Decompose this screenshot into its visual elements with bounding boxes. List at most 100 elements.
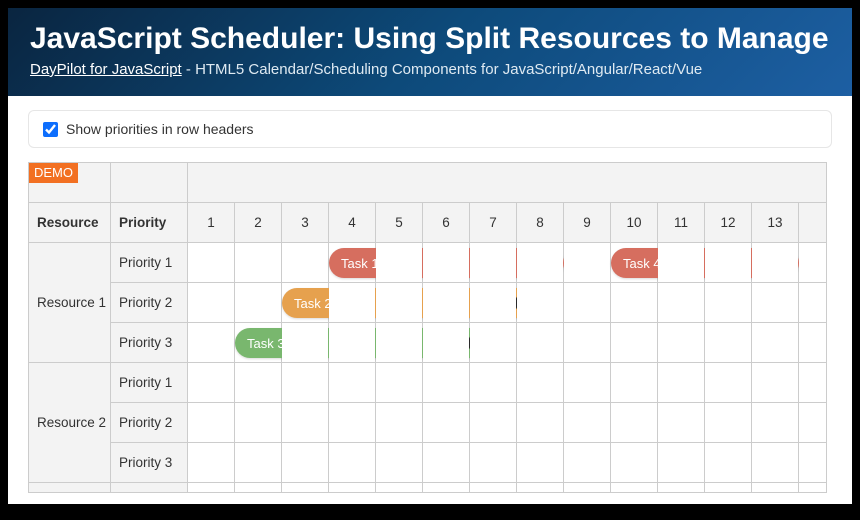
grid-cell[interactable]: [470, 443, 517, 483]
grid-cell[interactable]: [282, 323, 329, 363]
grid-cell[interactable]: [799, 483, 827, 493]
grid-cell[interactable]: [188, 483, 235, 493]
grid-cell[interactable]: [658, 403, 705, 443]
grid-cell[interactable]: [658, 443, 705, 483]
grid-cell[interactable]: [423, 243, 470, 283]
grid-cell[interactable]: Task 22: [282, 283, 329, 323]
grid-cell[interactable]: [752, 483, 799, 493]
grid-cell[interactable]: [658, 363, 705, 403]
grid-cell[interactable]: [470, 363, 517, 403]
grid-cell[interactable]: [188, 283, 235, 323]
grid-cell[interactable]: [376, 283, 423, 323]
grid-cell[interactable]: [282, 363, 329, 403]
grid-cell[interactable]: [611, 283, 658, 323]
grid-cell[interactable]: [752, 443, 799, 483]
grid-cell[interactable]: [752, 283, 799, 323]
show-priorities-label[interactable]: Show priorities in row headers: [66, 121, 254, 137]
grid-cell[interactable]: [799, 323, 827, 363]
grid-cell[interactable]: [282, 243, 329, 283]
grid-cell[interactable]: [564, 283, 611, 323]
grid-cell[interactable]: [329, 443, 376, 483]
grid-cell[interactable]: [329, 363, 376, 403]
grid-cell[interactable]: [705, 323, 752, 363]
grid-cell[interactable]: [564, 403, 611, 443]
grid-cell[interactable]: [376, 243, 423, 283]
grid-cell[interactable]: [282, 443, 329, 483]
grid-cell[interactable]: [611, 443, 658, 483]
grid-cell[interactable]: [423, 363, 470, 403]
grid-cell[interactable]: [235, 243, 282, 283]
grid-cell[interactable]: [329, 403, 376, 443]
grid-cell[interactable]: [282, 483, 329, 493]
grid-cell[interactable]: [376, 483, 423, 493]
grid-cell[interactable]: [517, 403, 564, 443]
grid-cell[interactable]: [188, 243, 235, 283]
grid-cell[interactable]: [376, 443, 423, 483]
grid-cell[interactable]: [752, 323, 799, 363]
grid-cell[interactable]: [658, 243, 705, 283]
grid-cell[interactable]: [329, 283, 376, 323]
grid-cell[interactable]: [564, 443, 611, 483]
grid-cell[interactable]: [752, 363, 799, 403]
grid-cell[interactable]: [235, 283, 282, 323]
grid-cell[interactable]: [188, 403, 235, 443]
grid-cell[interactable]: [235, 483, 282, 493]
grid-cell[interactable]: [423, 443, 470, 483]
grid-cell[interactable]: [705, 403, 752, 443]
grid-cell[interactable]: [376, 403, 423, 443]
grid-cell[interactable]: [423, 403, 470, 443]
grid-cell[interactable]: [752, 243, 799, 283]
grid-cell[interactable]: [705, 443, 752, 483]
grid-cell[interactable]: [517, 363, 564, 403]
grid-cell[interactable]: [658, 483, 705, 493]
grid-cell[interactable]: [423, 283, 470, 323]
grid-cell[interactable]: [564, 363, 611, 403]
grid-cell[interactable]: [235, 403, 282, 443]
grid-cell[interactable]: [376, 323, 423, 363]
grid-cell[interactable]: [423, 483, 470, 493]
grid-cell[interactable]: [611, 403, 658, 443]
grid-cell[interactable]: [517, 323, 564, 363]
grid-cell[interactable]: [470, 483, 517, 493]
grid-cell[interactable]: [282, 403, 329, 443]
grid-cell[interactable]: Task 33: [235, 323, 282, 363]
grid-cell[interactable]: [517, 283, 564, 323]
grid-cell[interactable]: [658, 283, 705, 323]
grid-cell[interactable]: [517, 483, 564, 493]
grid-cell[interactable]: [517, 243, 564, 283]
grid-cell[interactable]: [752, 403, 799, 443]
grid-cell[interactable]: [470, 323, 517, 363]
grid-cell[interactable]: Task 11: [329, 243, 376, 283]
grid-cell[interactable]: [376, 363, 423, 403]
grid-cell[interactable]: [658, 323, 705, 363]
grid-cell[interactable]: [611, 483, 658, 493]
grid-cell[interactable]: [235, 363, 282, 403]
grid-cell[interactable]: [611, 363, 658, 403]
grid-cell[interactable]: [799, 243, 827, 283]
grid-cell[interactable]: [799, 283, 827, 323]
grid-cell[interactable]: [705, 363, 752, 403]
grid-cell[interactable]: [329, 483, 376, 493]
grid-cell[interactable]: [705, 283, 752, 323]
grid-cell[interactable]: [329, 323, 376, 363]
grid-cell[interactable]: [188, 443, 235, 483]
grid-cell[interactable]: Task 41: [611, 243, 658, 283]
grid-cell[interactable]: [188, 323, 235, 363]
grid-cell[interactable]: [799, 443, 827, 483]
grid-cell[interactable]: [188, 363, 235, 403]
grid-cell[interactable]: [705, 243, 752, 283]
grid-cell[interactable]: [611, 323, 658, 363]
grid-cell[interactable]: [517, 443, 564, 483]
grid-cell[interactable]: [423, 323, 470, 363]
grid-cell[interactable]: [470, 403, 517, 443]
grid-cell[interactable]: [564, 243, 611, 283]
grid-cell[interactable]: [799, 363, 827, 403]
show-priorities-checkbox[interactable]: [43, 122, 58, 137]
daypilot-link[interactable]: DayPilot for JavaScript: [30, 61, 182, 78]
grid-cell[interactable]: [470, 243, 517, 283]
grid-cell[interactable]: [470, 283, 517, 323]
grid-cell[interactable]: [705, 483, 752, 493]
grid-cell[interactable]: [235, 443, 282, 483]
grid-cell[interactable]: [564, 323, 611, 363]
grid-cell[interactable]: [564, 483, 611, 493]
